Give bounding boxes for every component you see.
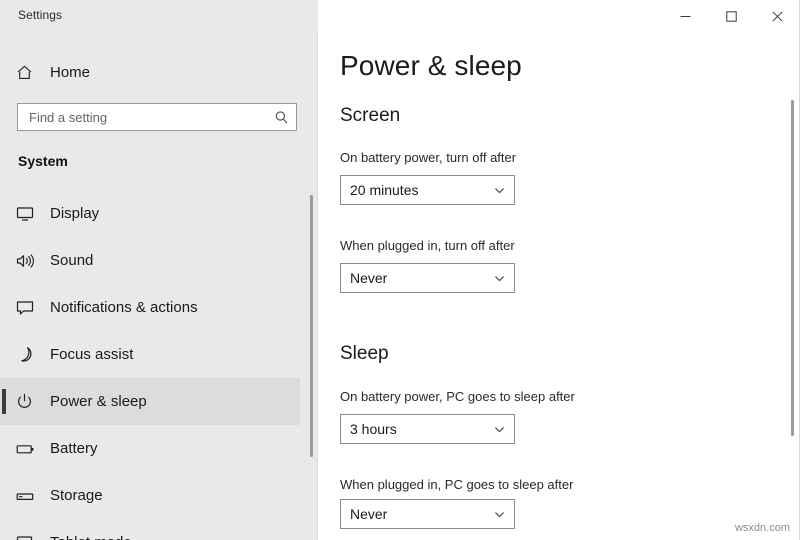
monitor-icon — [16, 206, 46, 222]
moon-icon — [16, 346, 46, 363]
maximize-icon — [726, 11, 737, 22]
dropdown-screen-plugged[interactable]: Never — [340, 263, 515, 293]
sidebar-item-home[interactable]: Home — [0, 56, 300, 88]
sidebar-item-focus-assist[interactable]: Focus assist — [0, 331, 300, 378]
dropdown-sleep-plugged[interactable]: Never — [340, 499, 515, 529]
dropdown-sleep-battery-value: 3 hours — [341, 421, 397, 437]
field-label-screen-plugged: When plugged in, turn off after — [340, 238, 515, 253]
speaker-icon — [16, 253, 46, 269]
sidebar-scrollbar-thumb[interactable] — [310, 195, 313, 457]
sidebar-item-notifications-label: Notifications & actions — [50, 299, 198, 316]
dropdown-screen-battery-value: 20 minutes — [341, 182, 418, 198]
sidebar-item-tablet-mode[interactable]: Tablet mode — [0, 519, 300, 540]
notification-icon — [16, 300, 46, 316]
home-icon — [16, 64, 46, 81]
tablet-icon — [16, 535, 46, 540]
storage-icon — [16, 489, 46, 503]
main-content: Power & sleep Screen On battery power, t… — [318, 0, 800, 540]
sidebar-item-home-label: Home — [50, 64, 90, 81]
maximize-button[interactable] — [708, 0, 754, 32]
dropdown-screen-plugged-value: Never — [341, 270, 387, 286]
chevron-down-icon — [484, 184, 514, 197]
content-scrollbar-thumb[interactable] — [791, 100, 794, 436]
sidebar-item-sound-label: Sound — [50, 252, 93, 269]
sidebar-item-tablet-mode-label: Tablet mode — [50, 534, 132, 540]
sidebar-nav-list: Display Sound — [0, 190, 300, 540]
sidebar-item-focus-assist-label: Focus assist — [50, 346, 133, 363]
field-label-sleep-battery: On battery power, PC goes to sleep after — [340, 389, 575, 404]
chevron-down-icon — [484, 423, 514, 436]
window-title: Settings — [18, 8, 62, 22]
minimize-icon — [680, 11, 691, 22]
page-title: Power & sleep — [340, 50, 522, 82]
field-label-screen-battery: On battery power, turn off after — [340, 150, 516, 165]
window-controls — [662, 0, 800, 32]
sidebar-scrollbar[interactable] — [309, 0, 315, 540]
sidebar-section-title: System — [18, 153, 68, 169]
group-title-sleep: Sleep — [340, 343, 389, 365]
sidebar-item-power-sleep-label: Power & sleep — [50, 393, 147, 410]
battery-icon — [16, 442, 46, 456]
watermark: wsxdn.com — [735, 522, 790, 534]
minimize-button[interactable] — [662, 0, 708, 32]
title-bar[interactable]: Settings — [0, 0, 800, 32]
dropdown-screen-battery[interactable]: 20 minutes — [340, 175, 515, 205]
group-title-screen: Screen — [340, 105, 400, 127]
chevron-down-icon — [484, 272, 514, 285]
sidebar-item-display[interactable]: Display — [0, 190, 300, 237]
search-input[interactable] — [18, 104, 267, 130]
sidebar-item-battery[interactable]: Battery — [0, 425, 300, 472]
field-label-sleep-plugged: When plugged in, PC goes to sleep after — [340, 477, 573, 492]
content-scrollbar[interactable] — [788, 32, 798, 540]
sidebar-item-sound[interactable]: Sound — [0, 237, 300, 284]
sidebar: Home System — [0, 0, 318, 540]
close-button[interactable] — [754, 0, 800, 32]
chevron-down-icon — [484, 508, 514, 521]
sidebar-item-power-sleep[interactable]: Power & sleep — [0, 378, 300, 425]
sidebar-item-notifications[interactable]: Notifications & actions — [0, 284, 300, 331]
sidebar-item-display-label: Display — [50, 205, 99, 222]
search-icon[interactable] — [267, 110, 296, 125]
dropdown-sleep-battery[interactable]: 3 hours — [340, 414, 515, 444]
sidebar-item-storage[interactable]: Storage — [0, 472, 300, 519]
close-icon — [772, 11, 783, 22]
sidebar-item-storage-label: Storage — [50, 487, 103, 504]
settings-window: Home System — [0, 0, 800, 540]
search-box[interactable] — [17, 103, 297, 131]
sidebar-item-battery-label: Battery — [50, 440, 98, 457]
power-icon — [16, 393, 46, 410]
dropdown-sleep-plugged-value: Never — [341, 506, 387, 522]
